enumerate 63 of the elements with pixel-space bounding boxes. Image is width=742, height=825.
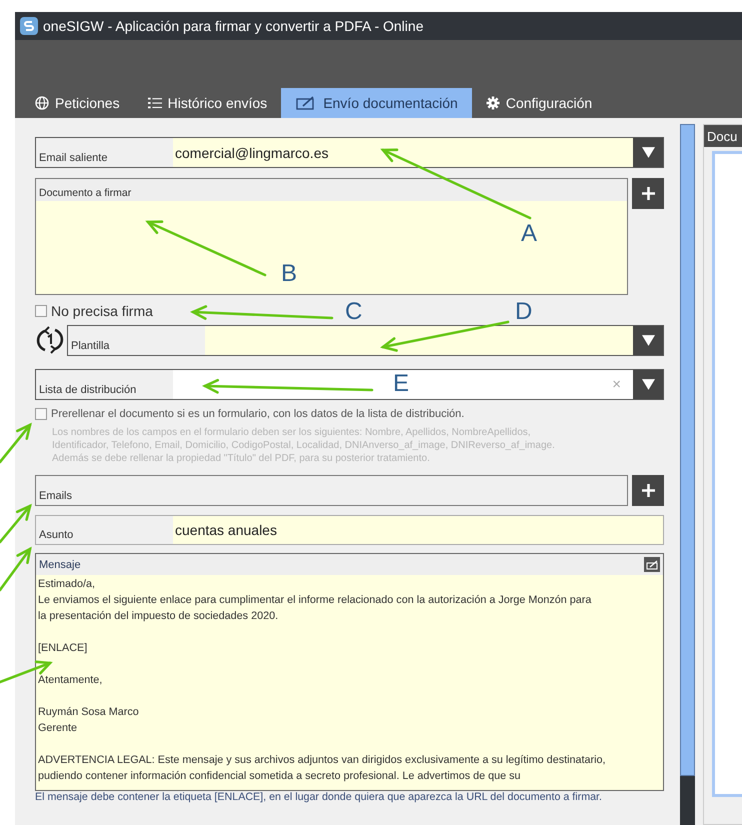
- tab[interactable]: Peticiones: [21, 88, 134, 118]
- scrollbar[interactable]: [680, 124, 695, 825]
- message-text-line: Atentamente,: [38, 673, 104, 688]
- window-title: oneSIGW - Aplicación para firmar y convertir a PDFA - Online: [43, 18, 424, 34]
- globe-icon: [35, 96, 49, 110]
- app-logo-icon: [20, 17, 38, 35]
- field-label: Lista de distribución: [38, 384, 138, 398]
- field-label: Documento a firmar: [39, 187, 132, 199]
- field-label: Emails: [38, 490, 74, 504]
- annotation-arrow: [0, 504, 32, 544]
- checkbox[interactable]: [35, 305, 47, 317]
- checkbox[interactable]: [35, 408, 47, 420]
- sender-combo[interactable]: Email saliente comercial@lingmarco.es: [35, 137, 664, 168]
- annotation-label: E: [393, 372, 410, 396]
- emails-field[interactable]: Emails: [35, 475, 628, 506]
- annotation-arrow: [0, 422, 32, 464]
- refresh-icon: [35, 325, 65, 355]
- message-text-line: pudiendo contener información confidencial sometida a secreto profesional. Le advertimos de que su: [38, 769, 522, 784]
- subject-field[interactable]: Asunto cuentas anuales: [35, 515, 664, 545]
- plus-icon: [642, 484, 654, 497]
- annotation-label: D: [515, 300, 532, 324]
- message-text-line: Gerente: [38, 721, 78, 736]
- message-text-line: Estimado/a,: [38, 577, 96, 592]
- annotation-label: B: [281, 262, 298, 286]
- caret-icon: [642, 147, 654, 158]
- hint-text: Además se debe rellenar la propiedad "Título" del PDF, para su posterior tratamiento.: [52, 452, 431, 465]
- annotation-arrow: [0, 546, 32, 592]
- field-label: Mensaje: [39, 558, 81, 570]
- field-value: cuentas anuales: [173, 516, 663, 544]
- hint-text: Los nombres de los campos en el formulario deben ser los siguientes: Nombre, Apellidos, NombreApellidos,: [52, 426, 532, 439]
- dropdown-button[interactable]: [633, 326, 663, 354]
- message-text-line: ADVERTENCIA LEGAL: Este mensaje y sus archivos adjuntos van dirigidos exclusivamente a su legítimo destinatario,: [38, 753, 607, 768]
- tab[interactable]: Histórico envíos: [134, 88, 282, 118]
- gear-icon: [486, 96, 500, 110]
- field-label: Plantilla: [70, 340, 111, 354]
- field-value: comercial@lingmarco.es: [173, 138, 633, 167]
- template-combo[interactable]: Plantilla: [67, 324, 664, 356]
- checkbox-label: Prerellenar el documento si es un formulario, con los datos de la lista de distribución.: [51, 408, 464, 420]
- caret-icon: [642, 334, 654, 346]
- dropdown-button[interactable]: [633, 138, 663, 167]
- tab[interactable]: Configuración: [472, 88, 606, 118]
- annotation-label: C: [345, 300, 362, 324]
- message-field[interactable]: [35, 553, 664, 791]
- panel-header: Docu: [704, 125, 742, 147]
- field-label: Asunto: [38, 529, 74, 543]
- add-button[interactable]: [632, 178, 664, 209]
- field-label: Email saliente: [38, 152, 108, 166]
- edit-button[interactable]: [644, 557, 660, 572]
- caret-icon: [642, 379, 654, 390]
- add-button[interactable]: [632, 475, 664, 506]
- edit-icon: [646, 560, 658, 570]
- tab[interactable]: Envío documentación: [281, 88, 472, 118]
- message-text-line: Ruymán Sosa Marco: [38, 705, 140, 720]
- list-icon: [148, 96, 162, 110]
- checkbox-label: No precisa firma: [51, 303, 153, 319]
- hint-text: Identificador, Telefono, Email, Domicilio, CodigoPostal, Localidad, DNIAnverso_af_image, DNIReverso_af_image.: [52, 439, 556, 452]
- annotation-label: A: [521, 222, 538, 246]
- plus-icon: [642, 187, 654, 200]
- message-text-line: la presentación del impuesto de sociedades 2020.: [38, 609, 280, 624]
- note-text: El mensaje debe contener la etiqueta [ENLACE], en el lugar donde quiera que aparezca la URL del documento a firmar.: [35, 791, 603, 803]
- message-text-line: [ENLACE]: [38, 641, 88, 656]
- message-text-line: Le enviamos el siguiente enlace para cumplimentar el informe relacionado con la autorización a Jorge Monzón para: [38, 593, 592, 608]
- dropdown-button[interactable]: [633, 370, 663, 399]
